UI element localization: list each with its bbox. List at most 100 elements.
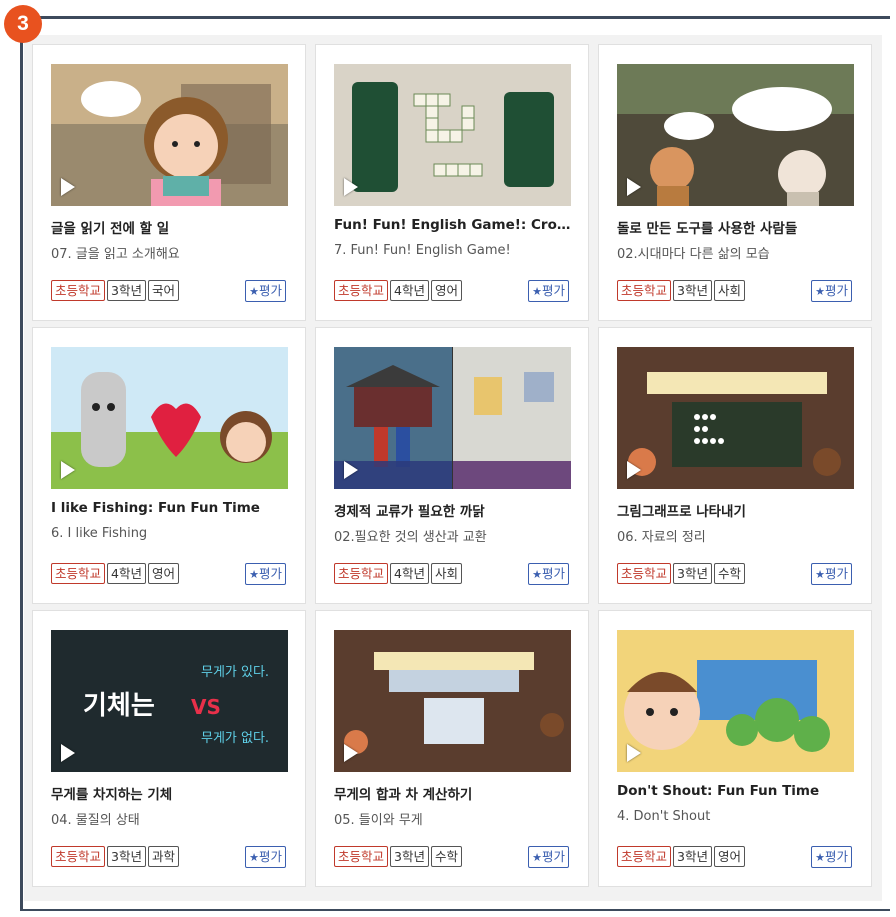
rate-button[interactable]: ★평가 xyxy=(245,280,286,302)
star-icon: ★ xyxy=(815,851,825,864)
video-title[interactable]: 돌로 만든 도구를 사용한 사람들 xyxy=(617,217,857,237)
video-title[interactable]: 무게의 합과 차 계산하기 xyxy=(334,783,574,803)
rate-label: 평가 xyxy=(824,566,848,581)
video-unit: 4. Don't Shout xyxy=(617,809,711,824)
rate-label: 평가 xyxy=(258,283,282,298)
school-level-tag: 초등학교 xyxy=(334,280,389,301)
grade-tag: 3학년 xyxy=(107,280,146,301)
thumb-gas-top: 무게가 있다. xyxy=(201,665,269,680)
grade-tag: 3학년 xyxy=(673,563,712,584)
school-level-tag: 초등학교 xyxy=(334,563,389,584)
play-icon[interactable] xyxy=(344,744,358,762)
video-title[interactable]: 무게를 차지하는 기체 xyxy=(51,783,291,803)
video-title[interactable]: Don't Shout: Fun Fun Time xyxy=(617,783,857,799)
school-level-tag: 초등학교 xyxy=(334,846,389,867)
tag-list: 초등학교 3학년 영어 xyxy=(617,846,745,867)
video-title[interactable]: 글을 읽기 전에 할 일 xyxy=(51,217,291,237)
subject-tag: 국어 xyxy=(147,280,179,301)
star-icon: ★ xyxy=(532,568,542,581)
video-card[interactable]: 무게의 합과 차 계산하기 05. 들이와 무게초등학교 3학년 수학 ★평가 xyxy=(315,610,589,887)
grade-tag: 4학년 xyxy=(390,280,429,301)
grade-tag: 3학년 xyxy=(673,280,712,301)
rate-button[interactable]: ★평가 xyxy=(245,846,286,868)
play-icon[interactable] xyxy=(344,178,358,196)
tag-list: 초등학교 3학년 수학 xyxy=(334,846,462,867)
rate-button[interactable]: ★평가 xyxy=(528,280,569,302)
video-thumbnail[interactable] xyxy=(617,630,854,772)
video-card[interactable]: 그림그래프로 나타내기 06. 자료의 정리 초등학교 3학년 수학 ★평가 xyxy=(598,327,872,604)
video-thumbnail[interactable] xyxy=(51,347,288,489)
play-icon[interactable] xyxy=(61,178,75,196)
video-thumbnail[interactable] xyxy=(334,630,571,772)
video-card[interactable]: I like Fishing: Fun Fun Time 6. I like Fi… xyxy=(32,327,306,604)
school-level-tag: 초등학교 xyxy=(617,280,672,301)
tag-list: 초등학교 3학년 수학 xyxy=(617,563,745,584)
grade-tag: 3학년 xyxy=(107,846,146,867)
rate-button[interactable]: ★평가 xyxy=(811,846,852,868)
grade-tag: 3학년 xyxy=(673,846,712,867)
video-thumbnail[interactable] xyxy=(617,347,854,489)
play-icon[interactable] xyxy=(61,744,75,762)
video-card[interactable]: Fun! Fun! English Game!: Cros… 7. Fun! Fu… xyxy=(315,44,589,321)
star-icon: ★ xyxy=(532,285,542,298)
star-icon: ★ xyxy=(249,285,259,298)
thumb-gas-vs: VS xyxy=(191,695,221,719)
subject-tag: 영어 xyxy=(713,846,745,867)
rate-button[interactable]: ★평가 xyxy=(245,563,286,585)
tag-list: 초등학교 4학년 사회 xyxy=(334,563,462,584)
rate-label: 평가 xyxy=(824,283,848,298)
rate-button[interactable]: ★평가 xyxy=(811,563,852,585)
rate-button[interactable]: ★평가 xyxy=(811,280,852,302)
school-level-tag: 초등학교 xyxy=(51,280,106,301)
video-thumbnail[interactable] xyxy=(617,64,854,206)
rate-label: 평가 xyxy=(258,566,282,581)
video-unit: 7. Fun! Fun! English Game! xyxy=(334,243,511,258)
subject-tag: 과학 xyxy=(147,846,179,867)
video-unit: 05. 들이와 무게 xyxy=(334,813,423,828)
thumb-gas-bottom: 무게가 없다. xyxy=(201,731,269,746)
video-thumbnail[interactable]: 기체는 VS 무게가 있다. 무게가 없다. xyxy=(51,630,288,772)
video-card[interactable]: 글을 읽기 전에 할 일 07. 글을 읽고 소개해요초등학교 3학년 국어 ★평가 xyxy=(32,44,306,321)
video-title[interactable]: Fun! Fun! English Game!: Cros… xyxy=(334,217,574,233)
video-title[interactable]: I like Fishing: Fun Fun Time xyxy=(51,500,291,516)
school-level-tag: 초등학교 xyxy=(617,846,672,867)
subject-tag: 영어 xyxy=(430,280,462,301)
video-thumbnail[interactable] xyxy=(334,64,571,206)
video-thumbnail[interactable] xyxy=(51,64,288,206)
video-unit: 02.필요한 것의 생산과 교환 xyxy=(334,530,487,545)
video-unit: 6. I like Fishing xyxy=(51,526,148,541)
rate-label: 평가 xyxy=(541,283,565,298)
video-title[interactable]: 그림그래프로 나타내기 xyxy=(617,500,857,520)
subject-tag: 사회 xyxy=(713,280,745,301)
school-level-tag: 초등학교 xyxy=(51,846,106,867)
video-card[interactable]: 돌로 만든 도구를 사용한 사람들 02.시대마다 다른 삶의 모습 초등학교 3학년… xyxy=(598,44,872,321)
play-icon[interactable] xyxy=(344,461,358,479)
subject-tag: 영어 xyxy=(147,563,179,584)
school-level-tag: 초등학교 xyxy=(617,563,672,584)
subject-tag: 사회 xyxy=(430,563,462,584)
video-card[interactable]: 기체는 VS 무게가 있다. 무게가 없다. 무게를 차지하는 기체 04. 물질… xyxy=(32,610,306,887)
rate-button[interactable]: ★평가 xyxy=(528,846,569,868)
video-title[interactable]: 경제적 교류가 필요한 까닭 xyxy=(334,500,574,520)
subject-tag: 수학 xyxy=(430,846,462,867)
tag-list: 초등학교 3학년 과학 xyxy=(51,846,179,867)
rate-label: 평가 xyxy=(541,849,565,864)
video-thumbnail[interactable] xyxy=(334,347,571,489)
star-icon: ★ xyxy=(815,568,825,581)
play-icon[interactable] xyxy=(627,461,641,479)
play-icon[interactable] xyxy=(61,461,75,479)
thumb-gas-main: 기체는 xyxy=(83,691,155,721)
rate-button[interactable]: ★평가 xyxy=(528,563,569,585)
video-grid-panel: 글을 읽기 전에 할 일 07. 글을 읽고 소개해요 초등학교 3학년 국어 ★평가 F… xyxy=(24,35,882,901)
video-card[interactable]: 경제적 교류가 필요한 까닭 02.필요한 것의 생산과 교환초등학교 4학년 사회 ★… xyxy=(315,327,589,604)
step-number-badge: 3 xyxy=(4,5,42,43)
video-unit: 07. 글을 읽고 소개해요 xyxy=(51,247,180,262)
play-icon[interactable] xyxy=(627,744,641,762)
play-icon[interactable] xyxy=(627,178,641,196)
video-card[interactable]: Don't Shout: Fun Fun Time 4. Don't Shout 초… xyxy=(598,610,872,887)
tag-list: 초등학교 3학년 국어 xyxy=(51,280,179,301)
star-icon: ★ xyxy=(249,851,259,864)
star-icon: ★ xyxy=(249,568,259,581)
grade-tag: 3학년 xyxy=(390,846,429,867)
tag-list: 초등학교 4학년 영어 xyxy=(334,280,462,301)
